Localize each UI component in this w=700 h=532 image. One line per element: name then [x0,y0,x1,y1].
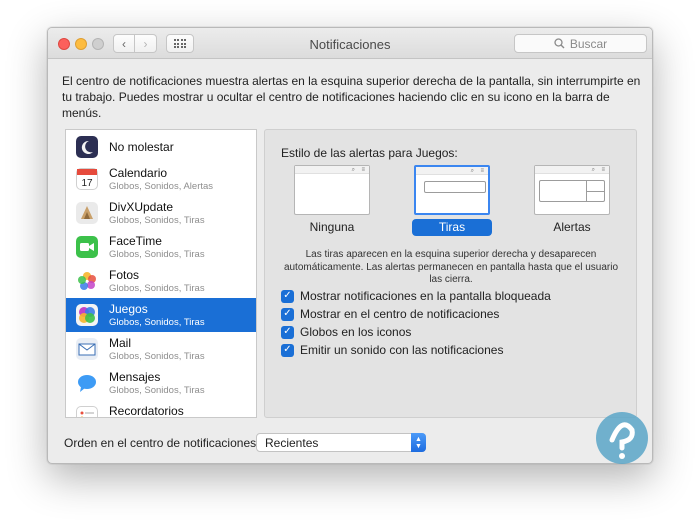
list-item-calendario[interactable]: 17 Calendario Globos, Sonidos, Alertas [66,162,256,196]
app-name: Recordatorios [109,404,184,418]
option-label: Mostrar en el centro de notificaciones [300,307,500,321]
moon-icon [76,136,98,158]
alert-style-alertas[interactable]: ⌕ ≡ Alertas [534,165,610,236]
checkbox-checked-icon[interactable]: ✓ [281,289,294,303]
option-badges[interactable]: ✓ Globos en los iconos [281,324,411,340]
app-subtitle: Globos, Sonidos, Tiras [109,385,205,396]
list-item-no-molestar[interactable]: No molestar [66,130,256,162]
style-label: Ninguna [309,220,355,234]
alert-style-heading: Estilo de las alertas para Juegos: [281,146,458,160]
app-subtitle: Globos, Sonidos, Alertas [109,181,214,192]
list-item-facetime[interactable]: FaceTime Globos, Sonidos, Tiras [66,230,256,264]
list-item-divxupdate[interactable]: DivXUpdate Globos, Sonidos, Tiras [66,196,256,230]
alert-style-ninguna[interactable]: ⌕ ≡ Ninguna [294,165,370,236]
option-notification-center[interactable]: ✓ Mostrar en el centro de notificaciones [281,306,499,322]
list-item-fotos[interactable]: Fotos Globos, Sonidos, Tiras [66,264,256,298]
sort-order-value: Recientes [265,436,319,450]
updown-chevron-icon: ▲ ▼ [411,433,426,452]
checkbox-checked-icon[interactable]: ✓ [281,307,294,321]
sort-order-label: Orden en el centro de notificaciones: [64,436,260,450]
option-label: Mostrar notificaciones en la pantalla bl… [300,289,551,303]
watermark-logo-icon [596,412,648,464]
app-subtitle: Globos, Sonidos, Tiras [109,249,205,260]
list-item-mail[interactable]: Mail Globos, Sonidos, Tiras [66,332,256,366]
option-sound[interactable]: ✓ Emitir un sonido con las notificacione… [281,342,503,358]
alert-style-description: Las tiras aparecen en la esquina superio… [283,249,619,285]
option-label: Globos en los iconos [300,325,412,339]
app-subtitle: Globos, Sonidos, Tiras [109,283,205,294]
app-name: Mensajes [109,370,161,384]
intro-text: El centro de notificaciones muestra aler… [62,74,641,120]
app-name: Juegos [109,302,148,316]
checkbox-checked-icon[interactable]: ✓ [281,325,294,339]
alert-style-tiras[interactable]: ⌕ ≡ Tiras [412,165,492,236]
app-name: No molestar [109,140,174,154]
reminders-icon [76,406,98,417]
photos-icon [76,270,98,292]
svg-text:17: 17 [81,178,93,189]
search-field[interactable]: Buscar [514,34,647,53]
app-name: Fotos [109,268,140,282]
list-item-mensajes[interactable]: Mensajes Globos, Sonidos, Tiras [66,366,256,400]
app-name: FaceTime [109,234,162,248]
app-subtitle: Globos, Sonidos, Tiras [109,317,205,328]
style-thumbnail: ⌕ ≡ [534,165,610,215]
style-label: Alertas [553,220,591,234]
alert-settings-panel: Estilo de las alertas para Juegos: ⌕ ≡ Ni… [264,129,637,418]
option-label: Emitir un sonido con las notificaciones [300,343,504,357]
mail-icon [76,338,98,360]
preferences-window: ‹ › Notificaciones Buscar El centro de n… [47,27,653,464]
game-center-icon [76,304,98,326]
list-item-juegos[interactable]: Juegos Globos, Sonidos, Tiras [66,298,256,332]
title-bar: ‹ › Notificaciones Buscar [48,28,652,59]
divx-icon [76,202,98,224]
checkbox-checked-icon[interactable]: ✓ [281,343,294,357]
calendar-icon: 17 [76,168,98,190]
app-list[interactable]: No molestar 17 Calendario Globos, Sonido… [65,129,257,418]
option-lock-screen[interactable]: ✓ Mostrar notificaciones en la pantalla … [281,288,551,304]
app-name: Mail [109,336,132,350]
app-name: DivXUpdate [109,200,174,214]
search-icon [554,38,565,49]
style-thumbnail: ⌕ ≡ [294,165,370,215]
style-label: Tiras [412,219,492,236]
sort-order-select[interactable]: Recientes ▲ ▼ [256,433,426,452]
messages-icon [76,372,98,394]
list-item-recordatorios[interactable]: Recordatorios [66,400,256,418]
facetime-icon [76,236,98,258]
app-subtitle: Globos, Sonidos, Tiras [109,351,205,362]
app-subtitle: Globos, Sonidos, Tiras [109,215,205,226]
search-placeholder: Buscar [569,36,608,51]
style-thumbnail: ⌕ ≡ [414,165,490,215]
app-name: Calendario [109,166,168,180]
